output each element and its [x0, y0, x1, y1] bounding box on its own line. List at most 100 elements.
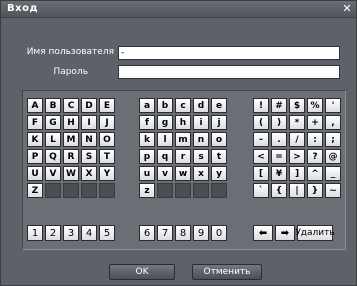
- uppercase-key[interactable]: Q: [45, 149, 61, 164]
- arrow-right-icon[interactable]: ➡: [275, 225, 295, 241]
- symbol-key[interactable]: #: [271, 98, 287, 113]
- lowercase-key[interactable]: e: [211, 98, 227, 113]
- lowercase-key[interactable]: c: [175, 98, 191, 113]
- uppercase-key[interactable]: O: [99, 132, 115, 147]
- uppercase-key[interactable]: F: [27, 115, 43, 130]
- symbol-key[interactable]: .: [271, 132, 287, 147]
- uppercase-key[interactable]: V: [45, 166, 61, 181]
- digit-key[interactable]: 6: [139, 225, 155, 241]
- lowercase-key[interactable]: h: [175, 115, 191, 130]
- symbol-key[interactable]: ?: [307, 149, 323, 164]
- symbol-key[interactable]: ;: [325, 132, 341, 147]
- lowercase-key[interactable]: b: [157, 98, 173, 113]
- symbol-key[interactable]: ~: [325, 183, 341, 198]
- uppercase-key[interactable]: R: [63, 149, 79, 164]
- uppercase-key[interactable]: I: [81, 115, 97, 130]
- username-field[interactable]: [118, 46, 340, 60]
- symbol-key[interactable]: -: [253, 132, 269, 147]
- uppercase-key[interactable]: D: [81, 98, 97, 113]
- delete-button[interactable]: Удалить: [295, 225, 335, 241]
- symbol-key[interactable]: %: [307, 98, 323, 113]
- lowercase-key[interactable]: w: [175, 166, 191, 181]
- symbol-key[interactable]: !: [253, 98, 269, 113]
- uppercase-key[interactable]: U: [27, 166, 43, 181]
- digit-key[interactable]: 8: [175, 225, 191, 241]
- uppercase-key[interactable]: G: [45, 115, 61, 130]
- symbol-key[interactable]: ]: [289, 166, 305, 181]
- symbol-key[interactable]: @: [325, 149, 341, 164]
- symbol-key[interactable]: ^: [307, 166, 323, 181]
- uppercase-key[interactable]: W: [63, 166, 79, 181]
- lowercase-key[interactable]: a: [139, 98, 155, 113]
- symbol-key[interactable]: [: [253, 166, 269, 181]
- cancel-button[interactable]: Отменить: [192, 264, 262, 280]
- digit-key[interactable]: 2: [45, 225, 61, 241]
- symbol-key[interactable]: :: [307, 132, 323, 147]
- lowercase-key[interactable]: u: [139, 166, 155, 181]
- lowercase-key[interactable]: x: [193, 166, 209, 181]
- close-icon[interactable]: ✕: [341, 3, 353, 15]
- arrow-left-icon[interactable]: ⬅: [253, 225, 273, 241]
- symbol-key[interactable]: $: [289, 98, 305, 113]
- uppercase-key[interactable]: A: [27, 98, 43, 113]
- uppercase-key[interactable]: B: [45, 98, 61, 113]
- lowercase-key[interactable]: n: [193, 132, 209, 147]
- lowercase-key[interactable]: t: [211, 149, 227, 164]
- symbol-key[interactable]: *: [289, 115, 305, 130]
- lowercase-key[interactable]: g: [157, 115, 173, 130]
- symbol-key[interactable]: ,: [325, 115, 341, 130]
- uppercase-key[interactable]: Z: [27, 183, 43, 198]
- lowercase-key[interactable]: s: [193, 149, 209, 164]
- symbol-key[interactable]: >: [289, 149, 305, 164]
- lowercase-key[interactable]: r: [175, 149, 191, 164]
- uppercase-key[interactable]: T: [99, 149, 115, 164]
- symbol-key[interactable]: /: [289, 132, 305, 147]
- lowercase-key[interactable]: f: [139, 115, 155, 130]
- symbol-key[interactable]: }: [307, 183, 323, 198]
- uppercase-key[interactable]: C: [63, 98, 79, 113]
- digit-key[interactable]: 4: [81, 225, 97, 241]
- uppercase-key[interactable]: J: [99, 115, 115, 130]
- uppercase-key[interactable]: H: [63, 115, 79, 130]
- symbol-key[interactable]: (: [253, 115, 269, 130]
- uppercase-key[interactable]: Y: [99, 166, 115, 181]
- uppercase-key[interactable]: X: [81, 166, 97, 181]
- uppercase-key[interactable]: P: [27, 149, 43, 164]
- ok-button[interactable]: OK: [109, 264, 175, 280]
- lowercase-key[interactable]: i: [193, 115, 209, 130]
- digit-key[interactable]: 0: [211, 225, 227, 241]
- lowercase-key[interactable]: p: [139, 149, 155, 164]
- uppercase-key[interactable]: M: [63, 132, 79, 147]
- lowercase-key[interactable]: v: [157, 166, 173, 181]
- symbol-key[interactable]: ': [325, 98, 341, 113]
- symbol-key[interactable]: +: [307, 115, 323, 130]
- lowercase-key[interactable]: q: [157, 149, 173, 164]
- lowercase-key[interactable]: z: [139, 183, 155, 198]
- digit-key[interactable]: 3: [63, 225, 79, 241]
- digit-key[interactable]: 9: [193, 225, 209, 241]
- symbol-key[interactable]: `: [253, 183, 269, 198]
- symbol-key[interactable]: |: [289, 183, 305, 198]
- digit-key[interactable]: 5: [99, 225, 115, 241]
- digit-key[interactable]: 1: [27, 225, 43, 241]
- uppercase-key[interactable]: K: [27, 132, 43, 147]
- lowercase-key[interactable]: o: [211, 132, 227, 147]
- symbol-key[interactable]: =: [271, 149, 287, 164]
- uppercase-key[interactable]: S: [81, 149, 97, 164]
- uppercase-key[interactable]: E: [99, 98, 115, 113]
- lowercase-key[interactable]: l: [157, 132, 173, 147]
- password-field[interactable]: [118, 65, 340, 79]
- lowercase-key[interactable]: y: [211, 166, 227, 181]
- lowercase-key[interactable]: j: [211, 115, 227, 130]
- lowercase-key[interactable]: m: [175, 132, 191, 147]
- lowercase-key[interactable]: k: [139, 132, 155, 147]
- symbol-key[interactable]: _: [325, 166, 341, 181]
- uppercase-key[interactable]: L: [45, 132, 61, 147]
- digit-key[interactable]: 7: [157, 225, 173, 241]
- symbol-key[interactable]: {: [271, 183, 287, 198]
- symbol-key[interactable]: <: [253, 149, 269, 164]
- lowercase-key[interactable]: d: [193, 98, 209, 113]
- symbol-key[interactable]: ): [271, 115, 287, 130]
- symbol-key[interactable]: ¥: [271, 166, 287, 181]
- uppercase-key[interactable]: N: [81, 132, 97, 147]
